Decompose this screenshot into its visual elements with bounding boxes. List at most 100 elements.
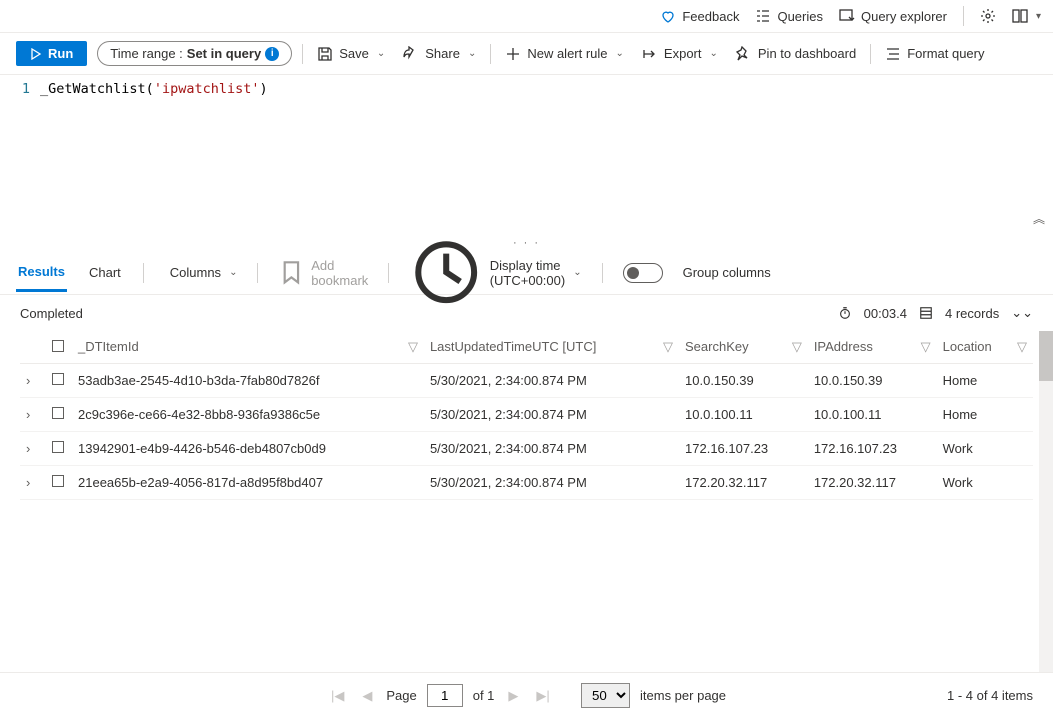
run-button[interactable]: Run bbox=[16, 41, 87, 66]
run-label: Run bbox=[48, 46, 73, 61]
export-button[interactable]: Export ⌄ bbox=[638, 46, 722, 62]
columns-button[interactable]: Columns ⌄ bbox=[164, 265, 238, 280]
cell-searchkey: 10.0.150.39 bbox=[679, 364, 808, 398]
row-checkbox[interactable] bbox=[46, 398, 72, 432]
pagination-bar: |◀ ◀ Page of 1 ▶ ▶| 50 items per page 1 … bbox=[0, 672, 1053, 718]
table-row: ›53adb3ae-2545-4d10-b3da-7fab80d7826f5/3… bbox=[20, 364, 1033, 398]
filter-icon[interactable]: ▽ bbox=[408, 339, 418, 355]
divider bbox=[302, 44, 303, 64]
bookmark-icon bbox=[278, 259, 305, 286]
expand-row-button[interactable]: › bbox=[20, 432, 46, 466]
queries-link[interactable]: Queries bbox=[755, 8, 823, 24]
expand-row-button[interactable]: › bbox=[20, 398, 46, 432]
settings-icon[interactable] bbox=[980, 8, 996, 24]
pin-icon bbox=[736, 46, 752, 62]
per-page-text: items per page bbox=[640, 688, 726, 703]
panels-icon bbox=[1012, 8, 1028, 24]
share-button[interactable]: Share ⌄ bbox=[399, 46, 480, 62]
format-button[interactable]: Format query bbox=[881, 46, 988, 62]
table-header-row: _DTItemId▽ LastUpdatedTimeUTC [UTC]▽ Sea… bbox=[20, 331, 1033, 364]
query-explorer-link[interactable]: Query explorer bbox=[839, 8, 947, 24]
cell-searchkey: 10.0.100.11 bbox=[679, 398, 808, 432]
select-all-checkbox[interactable] bbox=[46, 331, 72, 364]
table-row: ›21eea65b-e2a9-4056-817d-a8d95f8bd4075/3… bbox=[20, 466, 1033, 500]
results-tabs-bar: Results Chart Columns ⌄ Add bookmark Dis… bbox=[0, 251, 1053, 295]
status-bar: Completed 00:03.4 4 records ⌄⌄ bbox=[0, 295, 1053, 331]
table-row: ›13942901-e4b9-4426-b546-deb4807cb0d95/3… bbox=[20, 432, 1033, 466]
query-editor[interactable]: 1 _GetWatchlist('ipwatchlist') ︽ bbox=[0, 75, 1053, 235]
query-explorer-icon bbox=[839, 8, 855, 24]
code-line: _GetWatchlist('ipwatchlist') bbox=[40, 81, 1053, 97]
main-toolbar: Run Time range : Set in query i Save ⌄ S… bbox=[0, 33, 1053, 75]
row-checkbox[interactable] bbox=[46, 364, 72, 398]
cell-ip: 172.20.32.117 bbox=[808, 466, 937, 500]
vertical-scrollbar[interactable] bbox=[1039, 331, 1053, 672]
col-header[interactable]: Location▽ bbox=[937, 331, 1033, 364]
expand-chevron-icon[interactable]: ⌄⌄ bbox=[1011, 305, 1033, 321]
scroll-collapse-icon[interactable]: ︽ bbox=[1033, 210, 1045, 227]
time-range-value: Set in query bbox=[187, 46, 261, 61]
divider bbox=[490, 44, 491, 64]
chevron-down-icon: ⌄ bbox=[468, 48, 476, 59]
col-header[interactable]: _DTItemId▽ bbox=[72, 331, 424, 364]
cell-location: Work bbox=[937, 432, 1033, 466]
feedback-link[interactable]: Feedback bbox=[660, 8, 739, 24]
filter-icon[interactable]: ▽ bbox=[663, 339, 673, 355]
page-input[interactable] bbox=[427, 684, 463, 707]
tab-results[interactable]: Results bbox=[16, 254, 67, 292]
page-label: Page bbox=[386, 688, 416, 703]
display-time-label: Display time (UTC+00:00) bbox=[490, 258, 565, 288]
cell-id: 13942901-e4b9-4426-b546-deb4807cb0d9 bbox=[72, 432, 424, 466]
new-alert-button[interactable]: New alert rule ⌄ bbox=[501, 46, 628, 62]
panels-dropdown[interactable]: ▾ bbox=[1012, 8, 1041, 24]
stopwatch-icon bbox=[838, 306, 852, 320]
pin-button[interactable]: Pin to dashboard bbox=[732, 46, 860, 62]
divider bbox=[963, 6, 964, 26]
row-checkbox[interactable] bbox=[46, 466, 72, 500]
save-label: Save bbox=[339, 46, 369, 61]
time-range-picker[interactable]: Time range : Set in query i bbox=[97, 41, 292, 66]
add-bookmark-button: Add bookmark bbox=[278, 258, 368, 288]
last-page-button[interactable]: ▶| bbox=[532, 688, 553, 704]
time-range-label: Time range : bbox=[110, 46, 183, 61]
per-page-select[interactable]: 50 bbox=[581, 683, 630, 708]
columns-label: Columns bbox=[170, 265, 221, 280]
prev-page-button[interactable]: ◀ bbox=[358, 688, 376, 704]
results-table: _DTItemId▽ LastUpdatedTimeUTC [UTC]▽ Sea… bbox=[20, 331, 1033, 500]
query-explorer-label: Query explorer bbox=[861, 9, 947, 24]
tab-chart[interactable]: Chart bbox=[87, 255, 123, 290]
group-columns-toggle[interactable] bbox=[623, 263, 663, 283]
col-header[interactable]: IPAddress▽ bbox=[808, 331, 937, 364]
first-page-button[interactable]: |◀ bbox=[327, 688, 348, 704]
chevron-down-icon: ⌄ bbox=[616, 48, 624, 59]
queries-label: Queries bbox=[777, 9, 823, 24]
duration-text: 00:03.4 bbox=[864, 306, 907, 321]
export-label: Export bbox=[664, 46, 702, 61]
plus-icon bbox=[505, 46, 521, 62]
cell-searchkey: 172.16.107.23 bbox=[679, 432, 808, 466]
line-number: 1 bbox=[0, 81, 40, 97]
chevron-down-icon: ⌄ bbox=[710, 48, 718, 59]
filter-icon[interactable]: ▽ bbox=[792, 339, 802, 355]
share-icon bbox=[403, 46, 419, 62]
save-button[interactable]: Save ⌄ bbox=[313, 46, 389, 62]
cell-id: 2c9c396e-ce66-4e32-8bb8-936fa9386c5e bbox=[72, 398, 424, 432]
col-header[interactable]: LastUpdatedTimeUTC [UTC]▽ bbox=[424, 331, 679, 364]
top-links-bar: Feedback Queries Query explorer ▾ bbox=[0, 0, 1053, 33]
col-header[interactable]: SearchKey▽ bbox=[679, 331, 808, 364]
pin-label: Pin to dashboard bbox=[758, 46, 856, 61]
chevron-down-icon: ▾ bbox=[1036, 11, 1041, 22]
play-icon bbox=[30, 48, 42, 60]
expand-row-button[interactable]: › bbox=[20, 466, 46, 500]
queries-icon bbox=[755, 8, 771, 24]
next-page-button[interactable]: ▶ bbox=[504, 688, 522, 704]
cell-location: Work bbox=[937, 466, 1033, 500]
filter-icon[interactable]: ▽ bbox=[921, 339, 931, 355]
row-checkbox[interactable] bbox=[46, 432, 72, 466]
info-icon: i bbox=[265, 47, 279, 61]
page-of-text: of 1 bbox=[473, 688, 495, 703]
filter-icon[interactable]: ▽ bbox=[1017, 339, 1027, 355]
divider bbox=[388, 263, 389, 283]
heart-icon bbox=[660, 8, 676, 24]
expand-row-button[interactable]: › bbox=[20, 364, 46, 398]
